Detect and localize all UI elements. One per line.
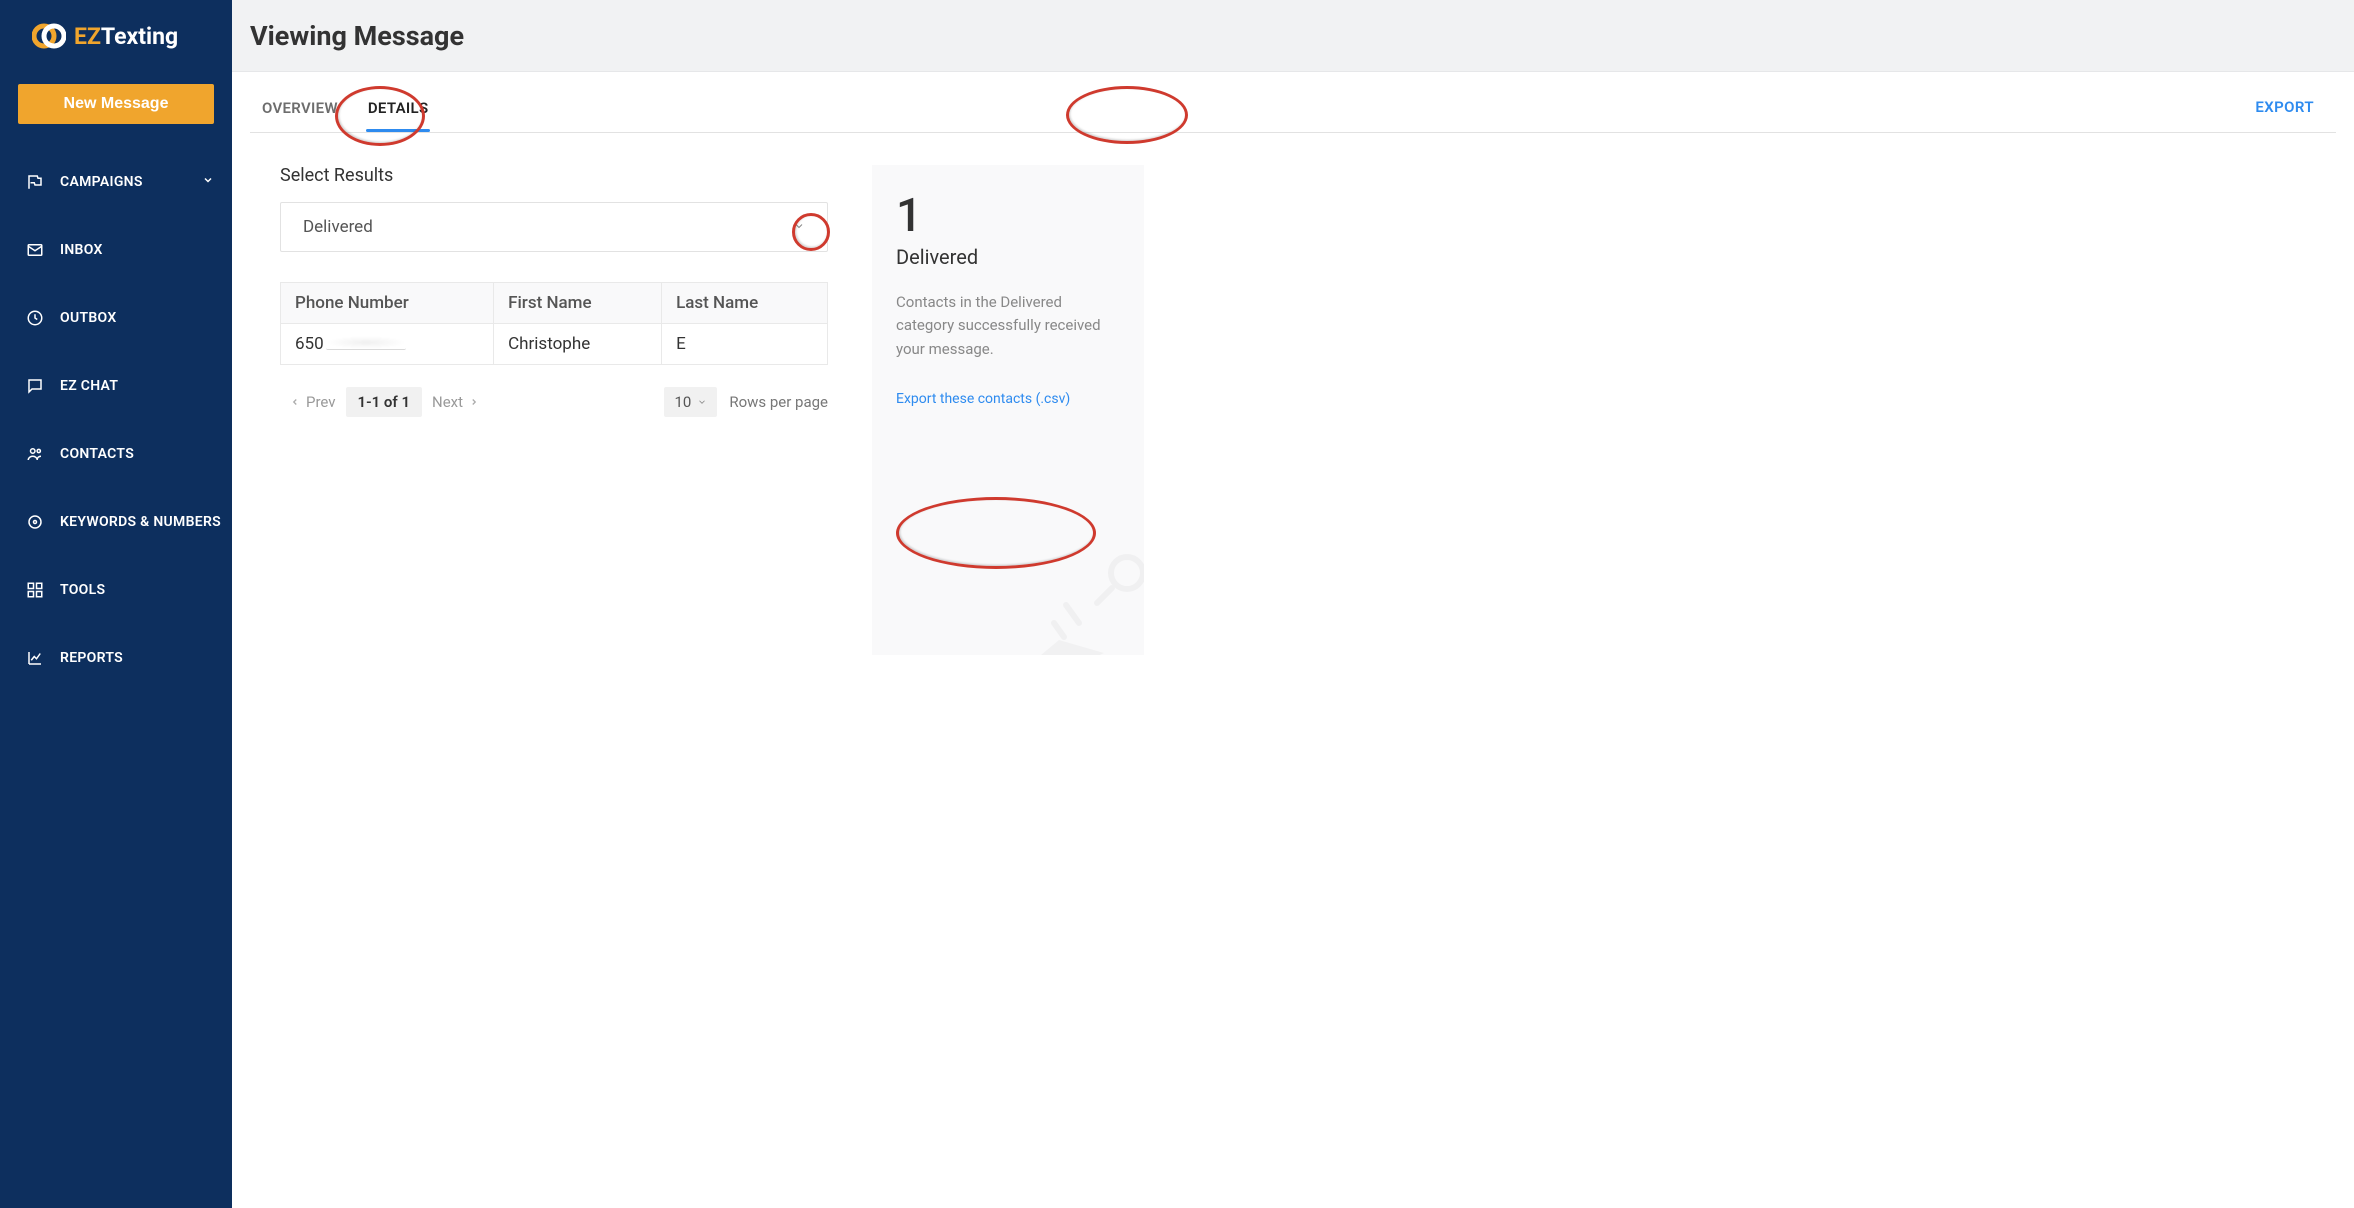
envelope-icon <box>24 241 46 259</box>
col-last-name[interactable]: Last Name <box>662 283 828 324</box>
grid-icon <box>24 581 46 599</box>
sidebar-item-reports[interactable]: REPORTS <box>0 624 232 692</box>
sidebar-item-ezchat[interactable]: EZ CHAT <box>0 352 232 420</box>
delivered-count: 1 <box>896 189 1120 243</box>
chevron-down-icon <box>202 174 214 190</box>
chevron-down-icon <box>697 397 707 407</box>
table-header-row: Phone Number First Name Last Name <box>281 283 828 324</box>
flag-icon <box>24 173 46 191</box>
brand-logo[interactable]: EZTexting <box>0 0 232 72</box>
sidebar-item-tools[interactable]: TOOLS <box>0 556 232 624</box>
sidebar-item-label: CAMPAIGNS <box>60 174 143 190</box>
tabs-row: OVERVIEW DETAILS EXPORT <box>250 82 2336 133</box>
sidebar-item-outbox[interactable]: OUTBOX <box>0 284 232 352</box>
cell-first-name: Christophe <box>494 324 662 365</box>
results-panel: Select Results Delivered Phone Number Fi… <box>280 165 828 655</box>
card-description: Contacts in the Delivered category succe… <box>896 291 1120 361</box>
chevron-left-icon <box>290 397 300 407</box>
sidebar-item-contacts[interactable]: CONTACTS <box>0 420 232 488</box>
rows-per-page-label: Rows per page <box>729 393 828 411</box>
card-title: Delivered <box>896 245 1120 269</box>
chat-icon <box>24 377 46 395</box>
summary-card: 1 Delivered Contacts in the Delivered ca… <box>872 165 1144 655</box>
page-title: Viewing Message <box>250 20 464 52</box>
table-row[interactable]: 650 Christophe E <box>281 324 828 365</box>
chart-icon <box>24 649 46 667</box>
sidebar-item-label: EZ CHAT <box>60 378 118 394</box>
sidebar-item-keywords[interactable]: KEYWORDS & NUMBERS <box>0 488 232 556</box>
brand-name: EZTexting <box>74 23 178 50</box>
chevron-down-icon <box>793 217 805 237</box>
prev-label: Prev <box>306 393 336 411</box>
title-bar: Viewing Message <box>232 0 2354 72</box>
select-results-label: Select Results <box>280 165 828 186</box>
rows-value: 10 <box>674 393 691 411</box>
sidebar: EZTexting New Message CAMPAIGNS INBOX OU… <box>0 0 232 1208</box>
results-filter-select[interactable]: Delivered <box>280 202 828 252</box>
sidebar-item-campaigns[interactable]: CAMPAIGNS <box>0 148 232 216</box>
eztexting-logo-icon <box>32 20 66 52</box>
prev-button[interactable]: Prev <box>280 387 346 417</box>
pagination: Prev 1-1 of 1 Next 10 Rows per page <box>280 387 828 417</box>
export-button[interactable]: EXPORT <box>2251 82 2318 132</box>
col-phone[interactable]: Phone Number <box>281 283 494 324</box>
sidebar-item-label: REPORTS <box>60 650 123 666</box>
export-csv-link[interactable]: Export these contacts (.csv) <box>896 391 1070 407</box>
next-button[interactable]: Next <box>422 387 489 417</box>
next-label: Next <box>432 393 463 411</box>
chevron-right-icon <box>469 397 479 407</box>
rows-per-page-select[interactable]: 10 <box>664 387 717 417</box>
sidebar-item-label: TOOLS <box>60 582 105 598</box>
contacts-icon <box>24 445 46 463</box>
col-first-name[interactable]: First Name <box>494 283 662 324</box>
tab-overview[interactable]: OVERVIEW <box>250 83 350 131</box>
new-message-button[interactable]: New Message <box>18 84 214 124</box>
cell-phone: 650 <box>281 324 494 365</box>
sidebar-item-inbox[interactable]: INBOX <box>0 216 232 284</box>
sidebar-item-label: CONTACTS <box>60 446 134 462</box>
sidebar-item-label: INBOX <box>60 242 103 258</box>
sidebar-item-label: OUTBOX <box>60 310 117 326</box>
sidebar-item-label: KEYWORDS & NUMBERS <box>60 514 221 530</box>
cell-last-name: E <box>662 324 828 365</box>
clock-icon <box>24 309 46 327</box>
decorative-send-icon <box>1024 545 1144 655</box>
results-table: Phone Number First Name Last Name 650 Ch… <box>280 282 828 365</box>
main-region: Viewing Message OVERVIEW DETAILS EXPORT … <box>232 0 2354 1208</box>
phone-prefix: 650 <box>295 334 324 354</box>
sidebar-nav: CAMPAIGNS INBOX OUTBOX EZ CHAT <box>0 138 232 692</box>
page-range: 1-1 of 1 <box>346 387 423 417</box>
results-filter-value: Delivered <box>303 217 373 237</box>
phone-redacted <box>326 336 406 350</box>
target-icon <box>24 513 46 531</box>
tab-details[interactable]: DETAILS <box>356 83 441 131</box>
